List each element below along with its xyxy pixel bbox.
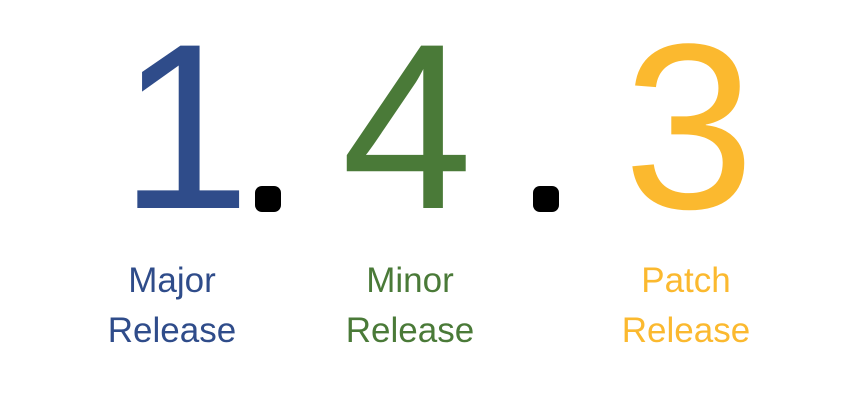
major-version-digit: 1: [119, 0, 251, 259]
version-separator-dot: [255, 186, 281, 212]
patch-version-digit: 3: [623, 0, 755, 259]
semver-diagram: 1 4 3 Major Release Minor Release Patch …: [0, 0, 842, 420]
major-label-line1: Major: [128, 261, 216, 300]
minor-release-label: Minor Release: [310, 256, 510, 356]
patch-label-line1: Patch: [641, 261, 731, 300]
version-separator-dot: [533, 186, 559, 212]
minor-version-digit: 4: [341, 0, 473, 259]
major-release-label: Major Release: [72, 256, 272, 356]
patch-label-line2: Release: [621, 311, 751, 350]
patch-release-label: Patch Release: [586, 256, 786, 356]
minor-label-line1: Minor: [366, 261, 454, 300]
minor-label-line2: Release: [345, 311, 475, 350]
major-label-line2: Release: [107, 311, 237, 350]
